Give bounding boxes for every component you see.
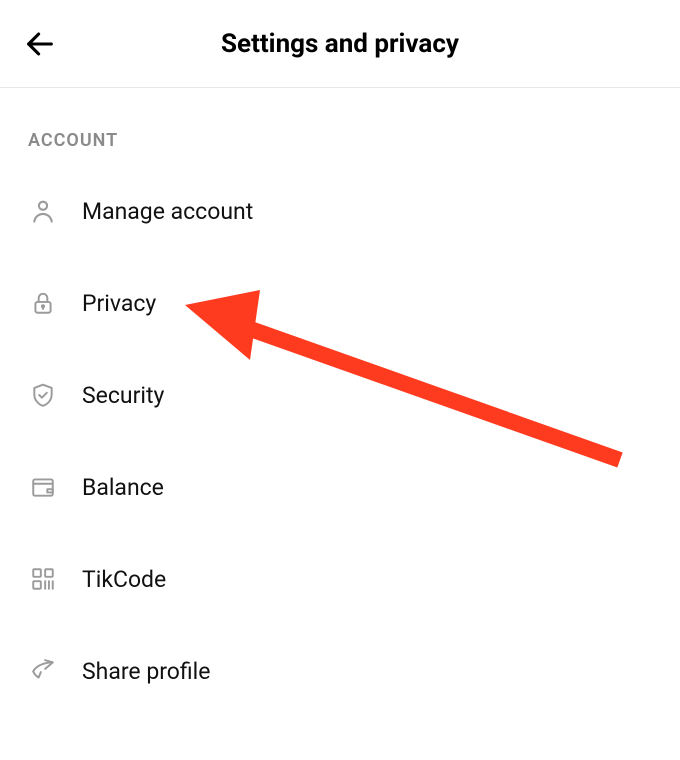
shield-icon [28, 380, 58, 410]
wallet-icon [28, 472, 58, 502]
settings-content: ACCOUNT Manage account Privacy [0, 130, 680, 717]
menu-item-label: Privacy [82, 290, 156, 317]
menu-item-label: Security [82, 382, 164, 409]
menu-item-label: Manage account [82, 198, 253, 225]
section-header-account: ACCOUNT [28, 130, 652, 151]
page-header: Settings and privacy [0, 0, 680, 88]
sidebar-item-privacy[interactable]: Privacy [28, 257, 652, 349]
person-icon [28, 196, 58, 226]
menu-item-label: Balance [82, 474, 164, 501]
qrcode-icon [28, 564, 58, 594]
sidebar-item-security[interactable]: Security [28, 349, 652, 441]
share-icon [28, 656, 58, 686]
menu-item-label: TikCode [82, 566, 166, 593]
sidebar-item-manage-account[interactable]: Manage account [28, 165, 652, 257]
page-title: Settings and privacy [221, 29, 459, 59]
back-button[interactable] [20, 24, 60, 64]
sidebar-item-share-profile[interactable]: Share profile [28, 625, 652, 717]
sidebar-item-balance[interactable]: Balance [28, 441, 652, 533]
menu-item-label: Share profile [82, 658, 210, 685]
back-arrow-icon [23, 27, 57, 61]
lock-icon [28, 288, 58, 318]
sidebar-item-tikcode[interactable]: TikCode [28, 533, 652, 625]
